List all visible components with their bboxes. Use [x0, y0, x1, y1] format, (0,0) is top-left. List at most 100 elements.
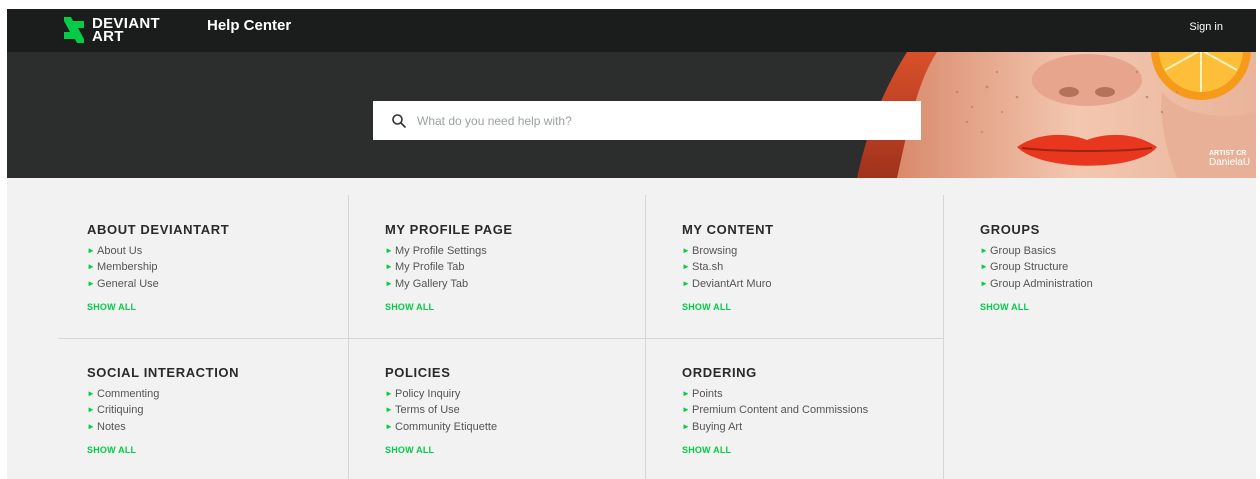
category-policies: POLICIES ► Policy Inquiry ► Terms of Use ►… [385, 365, 655, 456]
category-link-label: Buying Art [692, 420, 743, 433]
chevron-right-icon: ► [385, 405, 393, 415]
chevron-right-icon: ► [682, 246, 690, 255]
category-link[interactable]: ► Group Structure [980, 259, 1250, 275]
search-input[interactable] [417, 113, 897, 128]
category-link[interactable]: ► Premium Content and Commissions [682, 402, 952, 418]
category-link-label: Terms of Use [395, 404, 460, 417]
deviantart-logo-icon [64, 17, 84, 43]
category-link[interactable]: ► Group Administration [980, 276, 1250, 292]
category-about-deviantart: ABOUT DEVIANTART ► About Us ► Membership ►… [87, 222, 357, 313]
logo-wordmark-line2: ART [92, 28, 124, 45]
sign-in-link[interactable]: Sign in [1189, 20, 1223, 34]
chevron-right-icon: ► [87, 421, 95, 431]
chevron-right-icon: ► [385, 389, 393, 398]
category-link-label: Policy Inquiry [395, 388, 461, 400]
category-title: POLICIES [385, 365, 451, 380]
top-bar: DEVIANT ART Help Center Sign in [7, 9, 1256, 52]
category-link-label: DeviantArt Muro [692, 277, 772, 290]
search-bar[interactable] [373, 101, 921, 140]
artist-credit[interactable]: ARTIST CR DanielaU [1209, 150, 1253, 168]
logo-wordmark: DEVIANT ART [92, 16, 160, 45]
category-link-label: Community Etiquette [395, 420, 498, 433]
chevron-right-icon: ► [87, 262, 95, 272]
category-link[interactable]: ► Notes [87, 419, 357, 435]
category-link-label: Commenting [97, 388, 160, 400]
category-link-label: Membership [97, 261, 158, 274]
chevron-right-icon: ► [682, 262, 690, 272]
category-link[interactable]: ► Terms of Use [385, 402, 655, 418]
search-icon [392, 113, 406, 128]
category-link-label: My Profile Settings [395, 245, 487, 257]
chevron-right-icon: ► [385, 262, 393, 272]
category-groups: GROUPS ► Group Basics ► Group Structure ► G… [980, 222, 1250, 313]
category-link[interactable]: ► Policy Inquiry [385, 386, 655, 402]
chevron-right-icon: ► [87, 389, 95, 398]
category-my-profile-page: MY PROFILE PAGE ► My Profile Settings ► My… [385, 222, 655, 313]
category-title: SOCIAL INTERACTION [87, 365, 240, 380]
category-link-label: Group Basics [990, 245, 1057, 257]
category-title: MY CONTENT [682, 222, 774, 237]
category-link[interactable]: ► My Gallery Tab [385, 276, 655, 292]
category-link-label: Critiquing [97, 404, 144, 417]
category-link-label: General Use [97, 277, 159, 290]
chevron-right-icon: ► [385, 421, 393, 431]
chevron-right-icon: ► [682, 389, 690, 398]
help-categories-grid: ABOUT DEVIANTART ► About Us ► Membership ►… [59, 195, 1249, 479]
category-title: ORDERING [682, 365, 757, 380]
category-link[interactable]: ► My Profile Tab [385, 259, 655, 275]
category-link-label: My Gallery Tab [395, 277, 469, 290]
category-link-label: About Us [97, 245, 143, 257]
chevron-right-icon: ► [980, 278, 988, 288]
category-link[interactable]: ► General Use [87, 276, 357, 292]
category-title: MY PROFILE PAGE [385, 222, 513, 237]
category-link[interactable]: ► About Us [87, 243, 357, 259]
chevron-right-icon: ► [385, 278, 393, 288]
row-divider [59, 338, 943, 339]
chevron-right-icon: ► [87, 405, 95, 415]
chevron-right-icon: ► [385, 246, 393, 255]
chevron-right-icon: ► [87, 246, 95, 255]
show-all-link[interactable]: SHOW ALL [980, 301, 1250, 313]
page-title[interactable]: Help Center [207, 17, 291, 35]
category-link-label: Points [692, 388, 723, 400]
category-link[interactable]: ► Buying Art [682, 419, 952, 435]
category-link[interactable]: ► DeviantArt Muro [682, 276, 952, 292]
category-link[interactable]: ► Community Etiquette [385, 419, 655, 435]
category-link[interactable]: ► Commenting [87, 386, 357, 402]
category-link-label: Group Structure [990, 261, 1069, 274]
category-link-label: My Profile Tab [395, 261, 465, 274]
category-link[interactable]: ► My Profile Settings [385, 243, 655, 259]
category-link[interactable]: ► Browsing [682, 243, 952, 259]
category-social-interaction: SOCIAL INTERACTION ► Commenting ► Critiqui… [87, 365, 357, 456]
category-link-label: Browsing [692, 245, 738, 257]
category-link[interactable]: ► Critiquing [87, 402, 357, 418]
chevron-right-icon: ► [980, 246, 988, 255]
chevron-right-icon: ► [682, 278, 690, 288]
category-link[interactable]: ► Points [682, 386, 952, 402]
category-link-label: Notes [97, 420, 126, 433]
chevron-right-icon: ► [682, 405, 690, 415]
show-all-link[interactable]: SHOW ALL [87, 301, 357, 313]
category-link[interactable]: ► Membership [87, 259, 357, 275]
page-frame: DEVIANT ART Help Center Sign in ARTIST C… [7, 9, 1256, 479]
category-my-content: MY CONTENT ► Browsing ► Sta.sh ► DeviantArt… [682, 222, 952, 313]
artist-credit-name: DanielaU [1209, 157, 1251, 168]
category-link-label: Premium Content and Commissions [692, 404, 869, 417]
chevron-right-icon: ► [980, 262, 988, 272]
chevron-right-icon: ► [87, 278, 95, 288]
category-link[interactable]: ► Group Basics [980, 243, 1250, 259]
category-title: GROUPS [980, 222, 1040, 237]
show-all-link[interactable]: SHOW ALL [385, 444, 655, 456]
deviantart-logo[interactable]: DEVIANT ART [62, 15, 197, 45]
chevron-right-icon: ► [682, 421, 690, 431]
show-all-link[interactable]: SHOW ALL [682, 301, 952, 313]
category-link-label: Group Administration [990, 277, 1093, 290]
category-link-label: Sta.sh [692, 261, 724, 274]
show-all-link[interactable]: SHOW ALL [682, 444, 952, 456]
hero-banner: ARTIST CR DanielaU [7, 52, 1256, 178]
show-all-link[interactable]: SHOW ALL [385, 301, 655, 313]
category-ordering: ORDERING ► Points ► Premium Content and Co… [682, 365, 952, 456]
show-all-link[interactable]: SHOW ALL [87, 444, 357, 456]
category-title: ABOUT DEVIANTART [87, 222, 230, 237]
category-link[interactable]: ► Sta.sh [682, 259, 952, 275]
